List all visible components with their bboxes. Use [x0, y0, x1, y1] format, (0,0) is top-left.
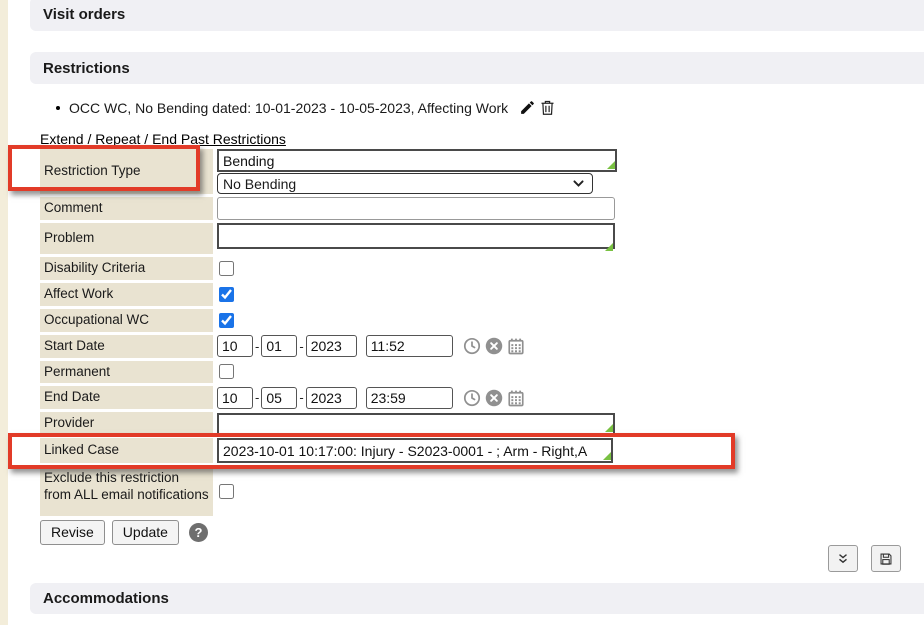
- occupational-wc-label: Occupational WC: [40, 309, 213, 332]
- calendar-icon[interactable]: [507, 337, 525, 355]
- provider-label: Provider: [40, 412, 213, 435]
- end-date-label: End Date: [40, 386, 213, 409]
- collapse-double-chevron-button[interactable]: [828, 545, 858, 572]
- page: Visit orders Restrictions OCC WC, No Ben…: [0, 0, 924, 625]
- comment-input[interactable]: [217, 197, 615, 220]
- row-start-date: Start Date - -: [40, 335, 740, 358]
- form-buttons: Revise Update ?: [40, 520, 740, 545]
- chevron-down-icon: [572, 177, 585, 190]
- problem-textarea[interactable]: [217, 223, 615, 249]
- restriction-type-search-input[interactable]: [217, 149, 617, 172]
- row-problem: Problem: [40, 223, 740, 254]
- start-year-input[interactable]: [306, 335, 357, 357]
- row-end-date: End Date - -: [40, 386, 740, 409]
- comment-label: Comment: [40, 197, 213, 220]
- clock-icon[interactable]: [463, 389, 481, 407]
- exclude-email-checkbox[interactable]: [219, 484, 234, 499]
- row-comment: Comment: [40, 197, 740, 220]
- restrictions-header: Restrictions: [30, 52, 924, 84]
- clear-date-icon[interactable]: [485, 337, 503, 355]
- visit-orders-title: Visit orders: [43, 6, 125, 23]
- restriction-type-label: Restriction Type: [40, 149, 213, 194]
- corner-buttons: [828, 545, 901, 572]
- help-icon[interactable]: ?: [189, 523, 208, 542]
- save-disk-icon: [879, 552, 893, 566]
- start-time-input[interactable]: [366, 335, 453, 357]
- row-occupational-wc: Occupational WC: [40, 309, 740, 332]
- start-date-label: Start Date: [40, 335, 213, 358]
- double-chevron-down-icon: [836, 552, 850, 566]
- provider-input[interactable]: [217, 413, 615, 435]
- end-time-input[interactable]: [366, 387, 453, 409]
- end-month-input[interactable]: [217, 387, 253, 409]
- permanent-label: Permanent: [40, 361, 213, 384]
- linked-case-label: Linked Case: [40, 438, 213, 463]
- linked-case-input[interactable]: [217, 438, 613, 463]
- row-disability-criteria: Disability Criteria: [40, 257, 740, 280]
- date-separator: -: [299, 339, 303, 354]
- restriction-list-item: OCC WC, No Bending dated: 10-01-2023 - 1…: [56, 99, 556, 116]
- restriction-form: Restriction Type No Bending Comment Prob…: [40, 149, 740, 545]
- edit-pencil-icon[interactable]: [519, 99, 536, 116]
- date-separator: -: [255, 390, 259, 405]
- left-margin-strip: [0, 0, 8, 625]
- row-provider: Provider: [40, 412, 740, 435]
- accommodations-title: Accommodations: [43, 590, 169, 607]
- row-restriction-type: Restriction Type No Bending: [40, 149, 740, 194]
- extend-repeat-link[interactable]: Extend / Repeat / End Past Restrictions: [40, 131, 286, 147]
- row-permanent: Permanent: [40, 361, 740, 384]
- calendar-icon[interactable]: [507, 389, 525, 407]
- bullet-dot: [56, 106, 60, 110]
- restriction-type-selected: No Bending: [223, 176, 296, 192]
- exclude-email-label: Exclude this restriction from ALL email …: [40, 466, 213, 516]
- row-exclude-email: Exclude this restriction from ALL email …: [40, 466, 740, 516]
- problem-label: Problem: [40, 223, 213, 254]
- start-day-input[interactable]: [261, 335, 297, 357]
- visit-orders-header: Visit orders: [30, 0, 924, 31]
- restrictions-title: Restrictions: [43, 60, 130, 77]
- end-year-input[interactable]: [306, 387, 357, 409]
- restriction-item-text: OCC WC, No Bending dated: 10-01-2023 - 1…: [69, 100, 508, 116]
- permanent-checkbox[interactable]: [219, 364, 234, 379]
- date-separator: -: [299, 390, 303, 405]
- affect-work-checkbox[interactable]: [219, 287, 234, 302]
- restriction-type-select[interactable]: No Bending: [217, 173, 593, 194]
- delete-trash-icon[interactable]: [539, 99, 556, 116]
- disability-criteria-checkbox[interactable]: [219, 261, 234, 276]
- occupational-wc-checkbox[interactable]: [219, 313, 234, 328]
- clock-icon[interactable]: [463, 337, 481, 355]
- start-month-input[interactable]: [217, 335, 253, 357]
- save-button[interactable]: [871, 545, 901, 572]
- row-linked-case: Linked Case: [40, 438, 740, 463]
- disability-criteria-label: Disability Criteria: [40, 257, 213, 280]
- clear-date-icon[interactable]: [485, 389, 503, 407]
- accommodations-header: Accommodations: [30, 583, 924, 614]
- update-button[interactable]: Update: [112, 520, 179, 545]
- affect-work-label: Affect Work: [40, 283, 213, 306]
- revise-button[interactable]: Revise: [40, 520, 105, 545]
- row-affect-work: Affect Work: [40, 283, 740, 306]
- end-day-input[interactable]: [261, 387, 297, 409]
- date-separator: -: [255, 339, 259, 354]
